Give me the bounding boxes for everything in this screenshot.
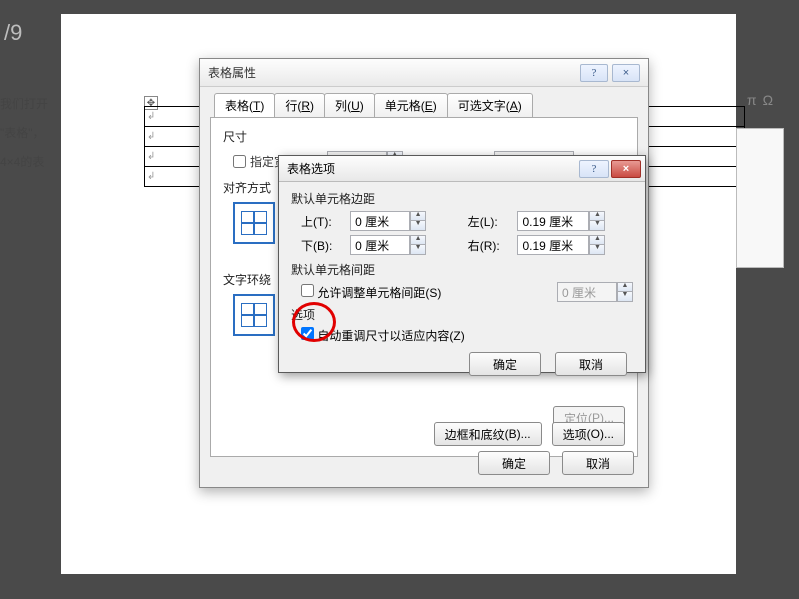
spacing-spinner[interactable]: ▲▼ bbox=[557, 282, 633, 302]
allow-spacing-checkbox[interactable] bbox=[301, 284, 314, 297]
margin-right-spinner[interactable]: ▲▼ bbox=[517, 235, 615, 255]
dialog-titlebar[interactable]: 表格属性 ? × bbox=[200, 59, 648, 87]
margin-top-spinner[interactable]: ▲▼ bbox=[350, 211, 436, 231]
margin-bottom-input[interactable] bbox=[350, 235, 410, 255]
spacing-input[interactable] bbox=[557, 282, 617, 302]
inner-help-button[interactable]: ? bbox=[579, 160, 609, 178]
allow-spacing-label[interactable]: 允许调整单元格间距(S) bbox=[301, 284, 441, 301]
margin-left-label: 左(L): bbox=[468, 213, 510, 230]
tab-row[interactable]: 行(R) bbox=[274, 93, 325, 117]
options-button[interactable]: 选项(O)... bbox=[552, 422, 625, 446]
autosize-checkbox[interactable] bbox=[301, 327, 314, 340]
tab-alttext[interactable]: 可选文字(A) bbox=[447, 93, 533, 117]
margin-top-input[interactable] bbox=[350, 211, 410, 231]
tabs: 表格(T) 行(R) 列(U) 单元格(E) 可选文字(A) bbox=[200, 87, 648, 117]
inner-ok-button[interactable]: 确定 bbox=[469, 352, 541, 376]
tab-table[interactable]: 表格(T) bbox=[214, 93, 275, 117]
text-line: 我们打开 bbox=[0, 90, 48, 119]
spin-down-icon[interactable]: ▼ bbox=[589, 245, 605, 255]
table-options-dialog: 表格选项 ? × 默认单元格边距 上(T): ▲▼ 左(L): ▲▼ 下(B):… bbox=[278, 155, 646, 373]
spin-down-icon[interactable]: ▼ bbox=[410, 221, 426, 231]
page-number: /9 bbox=[4, 20, 22, 46]
inner-dialog-title: 表格选项 bbox=[287, 160, 335, 177]
size-section-label: 尺寸 bbox=[223, 128, 625, 145]
inner-cancel-button[interactable]: 取消 bbox=[555, 352, 627, 376]
help-button[interactable]: ? bbox=[580, 64, 608, 82]
tab-cell[interactable]: 单元格(E) bbox=[374, 93, 448, 117]
margin-top-label: 上(T): bbox=[301, 213, 342, 230]
spin-down-icon[interactable]: ▼ bbox=[589, 221, 605, 231]
document-text: 我们打开 "表格"， 4×4的表 bbox=[0, 90, 48, 176]
inner-dialog-titlebar[interactable]: 表格选项 ? × bbox=[279, 156, 645, 182]
spin-down-icon[interactable]: ▼ bbox=[410, 245, 426, 255]
spacing-group-label: 默认单元格间距 bbox=[291, 261, 633, 278]
preview-pane bbox=[736, 128, 784, 268]
inner-close-button[interactable]: × bbox=[611, 160, 641, 178]
margin-left-spinner[interactable]: ▲▼ bbox=[517, 211, 615, 231]
ribbon-symbols: π Ω bbox=[735, 90, 785, 110]
cancel-button[interactable]: 取消 bbox=[562, 451, 634, 475]
tab-column[interactable]: 列(U) bbox=[324, 93, 375, 117]
text-line: 4×4的表 bbox=[0, 148, 48, 177]
ok-button[interactable]: 确定 bbox=[478, 451, 550, 475]
margins-group-label: 默认单元格边距 bbox=[291, 190, 633, 207]
spin-down-icon[interactable]: ▼ bbox=[617, 292, 633, 302]
margin-bottom-label: 下(B): bbox=[301, 237, 342, 254]
options-group-label: 选项 bbox=[291, 306, 633, 323]
autosize-label[interactable]: 自动重调尺寸以适应内容(Z) bbox=[301, 327, 465, 344]
dialog-title: 表格属性 bbox=[208, 64, 256, 81]
margin-right-input[interactable] bbox=[517, 235, 589, 255]
margin-bottom-spinner[interactable]: ▲▼ bbox=[350, 235, 436, 255]
close-button[interactable]: × bbox=[612, 64, 640, 82]
omega-icon[interactable]: Ω bbox=[763, 92, 773, 108]
text-line: "表格"， bbox=[0, 119, 48, 148]
margin-right-label: 右(R): bbox=[468, 237, 510, 254]
margin-left-input[interactable] bbox=[517, 211, 589, 231]
align-left-option[interactable] bbox=[233, 202, 275, 244]
pi-icon[interactable]: π bbox=[747, 92, 757, 108]
specify-width-checkbox[interactable] bbox=[233, 155, 246, 168]
wrap-none-option[interactable] bbox=[233, 294, 275, 336]
border-shading-button[interactable]: 边框和底纹(B)... bbox=[434, 422, 542, 446]
